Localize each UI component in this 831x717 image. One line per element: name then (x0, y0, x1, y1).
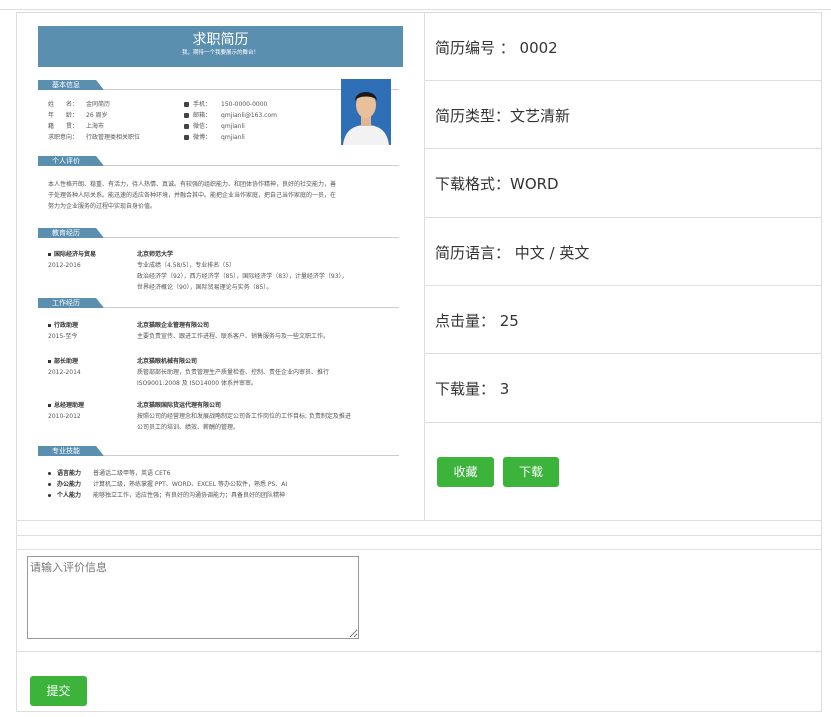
row-divider (424, 422, 822, 423)
basic-left-1: 年 龄： 26 周岁 (48, 112, 108, 119)
section-label: 基本信息 (38, 80, 104, 90)
favorite-button[interactable]: 收藏 (437, 457, 494, 487)
row-divider (16, 535, 822, 536)
basic-right-3: 微博： qmjianli (184, 134, 245, 143)
resume-id: 简历编号 ： 0002 (435, 39, 558, 57)
wechat-icon (184, 124, 189, 129)
work-role: 行政助理 (48, 322, 78, 331)
row-divider (424, 285, 822, 286)
edu-period: 2012-2016 (48, 262, 81, 269)
work-role: 部长助理 (48, 358, 78, 367)
work-role: 总经理助理 (48, 402, 84, 411)
download-button[interactable]: 下载 (503, 457, 559, 487)
work-period: 2010-2012 (48, 413, 81, 420)
download-format: 下载格式：WORD (435, 175, 559, 193)
work-company: 北京猫眼国际货运代理有限公司 (137, 402, 222, 409)
resume-type: 简历类型：文艺清新 (435, 107, 571, 125)
work-period: 2015-至今 (48, 333, 78, 340)
basic-left-0: 姓 名： 金同简历 (48, 101, 111, 108)
basic-right-0: 手机： 150-0000-0000 (184, 101, 267, 110)
basic-right-1: 邮箱： qmjianli@163.com (184, 112, 277, 121)
basic-right-2: 微信： qmjianli (184, 123, 245, 132)
row-divider (16, 520, 822, 521)
resume-preview: 求职简历 我，期待一个我要展示的舞台！ 基本信息 姓 名： 金同简历 年 龄： 26… (38, 26, 403, 506)
section-skills: 专业技能 (38, 446, 403, 456)
row-divider (424, 80, 822, 81)
top-divider (0, 9, 831, 10)
phone-icon (184, 102, 189, 107)
work-period: 2012-2014 (48, 369, 81, 376)
evaluation-line: 于处理各种人际关系。能迅速的适应各种环境，并融合其中。能把企业当作家庭，把自己当… (48, 192, 337, 199)
basic-left-2: 籍 贯： 上海市 (48, 123, 105, 130)
download-count: 下载量： 3 (435, 380, 510, 398)
row-divider (424, 148, 822, 149)
mail-icon (184, 113, 189, 118)
resume-header: 求职简历 我，期待一个我要展示的舞台！ (38, 26, 403, 67)
resume-title: 求职简历 (192, 32, 249, 48)
resume-subtitle: 我，期待一个我要展示的舞台！ (181, 50, 259, 56)
section-education: 教育经历 (38, 228, 403, 238)
resume-language: 简历语言： 中文 / 英文 (435, 244, 590, 262)
row-divider (424, 217, 822, 218)
edu-school: 北京师范大学 (137, 251, 174, 258)
comment-textarea[interactable] (27, 556, 359, 639)
row-divider (16, 549, 822, 550)
skill-item: 个人能力 能够独立工作，适应性强；有良好的沟通协调能力；具备良好的团队精神 (48, 492, 285, 501)
row-divider (424, 353, 822, 354)
evaluation-line: 本人性格开朗、稳重、有活力，待人热情、真诚。有较强的组织能力、和团体协作精神，良… (48, 181, 337, 188)
click-count: 点击量： 25 (435, 312, 519, 330)
skill-item: 办公能力 计算机二级，熟练掌握 PPT、WORD、EXCEL 等办公软件，熟悉 P… (48, 481, 287, 490)
row-divider (16, 651, 822, 652)
column-divider (424, 12, 425, 520)
work-company: 北京猫眼机械有限公司 (137, 358, 198, 365)
profile-photo (341, 79, 391, 145)
work-company: 北京猫眼企业管理有限公司 (137, 322, 210, 329)
basic-left-3: 求职意向： 行政管理类相关职位 (48, 134, 141, 141)
section-work: 工作经历 (38, 298, 403, 308)
section-evaluation: 个人评价 (38, 156, 403, 166)
submit-button[interactable]: 提交 (30, 676, 87, 706)
evaluation-line: 努力为企业服务的过程中实现自身价值。 (48, 203, 157, 210)
skill-item: 语言能力 普通话二级甲等，英语 CET6 (48, 470, 170, 479)
edu-major: 国际经济与贸易 (48, 251, 96, 260)
weibo-icon (184, 135, 189, 140)
